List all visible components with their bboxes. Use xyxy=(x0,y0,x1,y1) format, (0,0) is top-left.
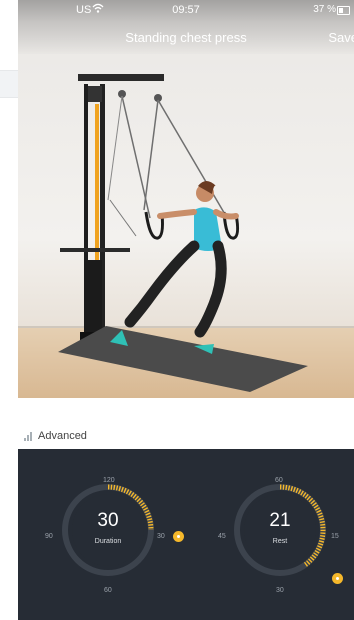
difficulty-label: Advanced xyxy=(38,430,87,442)
navigation-bar: Standing chest press Save xyxy=(18,22,354,54)
rest-tick-right: 15 xyxy=(331,533,339,540)
save-button[interactable]: Save xyxy=(328,30,354,45)
difficulty-indicator: Advanced xyxy=(24,428,87,444)
page-title: Standing chest press xyxy=(125,30,247,45)
exercise-illustration xyxy=(58,74,308,392)
rest-tick-bottom: 30 xyxy=(276,587,284,594)
rest-tick-left: 45 xyxy=(218,533,226,540)
duration-slider-knob[interactable] xyxy=(173,531,184,542)
duration-tick-top: 120 xyxy=(103,477,115,484)
timer-panel: 30 Duration 120 90 30 60 21 Rest 60 45 1… xyxy=(18,449,354,620)
duration-value: 30 xyxy=(97,510,119,531)
rest-label: Rest xyxy=(272,538,288,545)
clock: 09:57 xyxy=(172,4,200,16)
battery-percentage: 37 % xyxy=(313,4,336,15)
rest-tick-top: 60 xyxy=(275,477,283,484)
rest-value: 21 xyxy=(269,510,291,531)
duration-tick-bottom: 60 xyxy=(104,587,112,594)
duration-tick-left: 90 xyxy=(45,533,53,540)
signal-bars-icon xyxy=(24,431,32,441)
duration-label: Duration xyxy=(94,538,122,545)
exercise-photo: US 09:57 37 % Standing chest press Save xyxy=(18,0,354,398)
duration-dial[interactable]: 30 Duration xyxy=(61,483,155,577)
status-bar: US 09:57 37 % xyxy=(18,0,354,22)
rest-dial[interactable]: 21 Rest xyxy=(233,483,327,577)
battery-icon xyxy=(337,6,350,15)
duration-tick-right: 30 xyxy=(157,533,165,540)
rest-slider-knob[interactable] xyxy=(332,573,343,584)
